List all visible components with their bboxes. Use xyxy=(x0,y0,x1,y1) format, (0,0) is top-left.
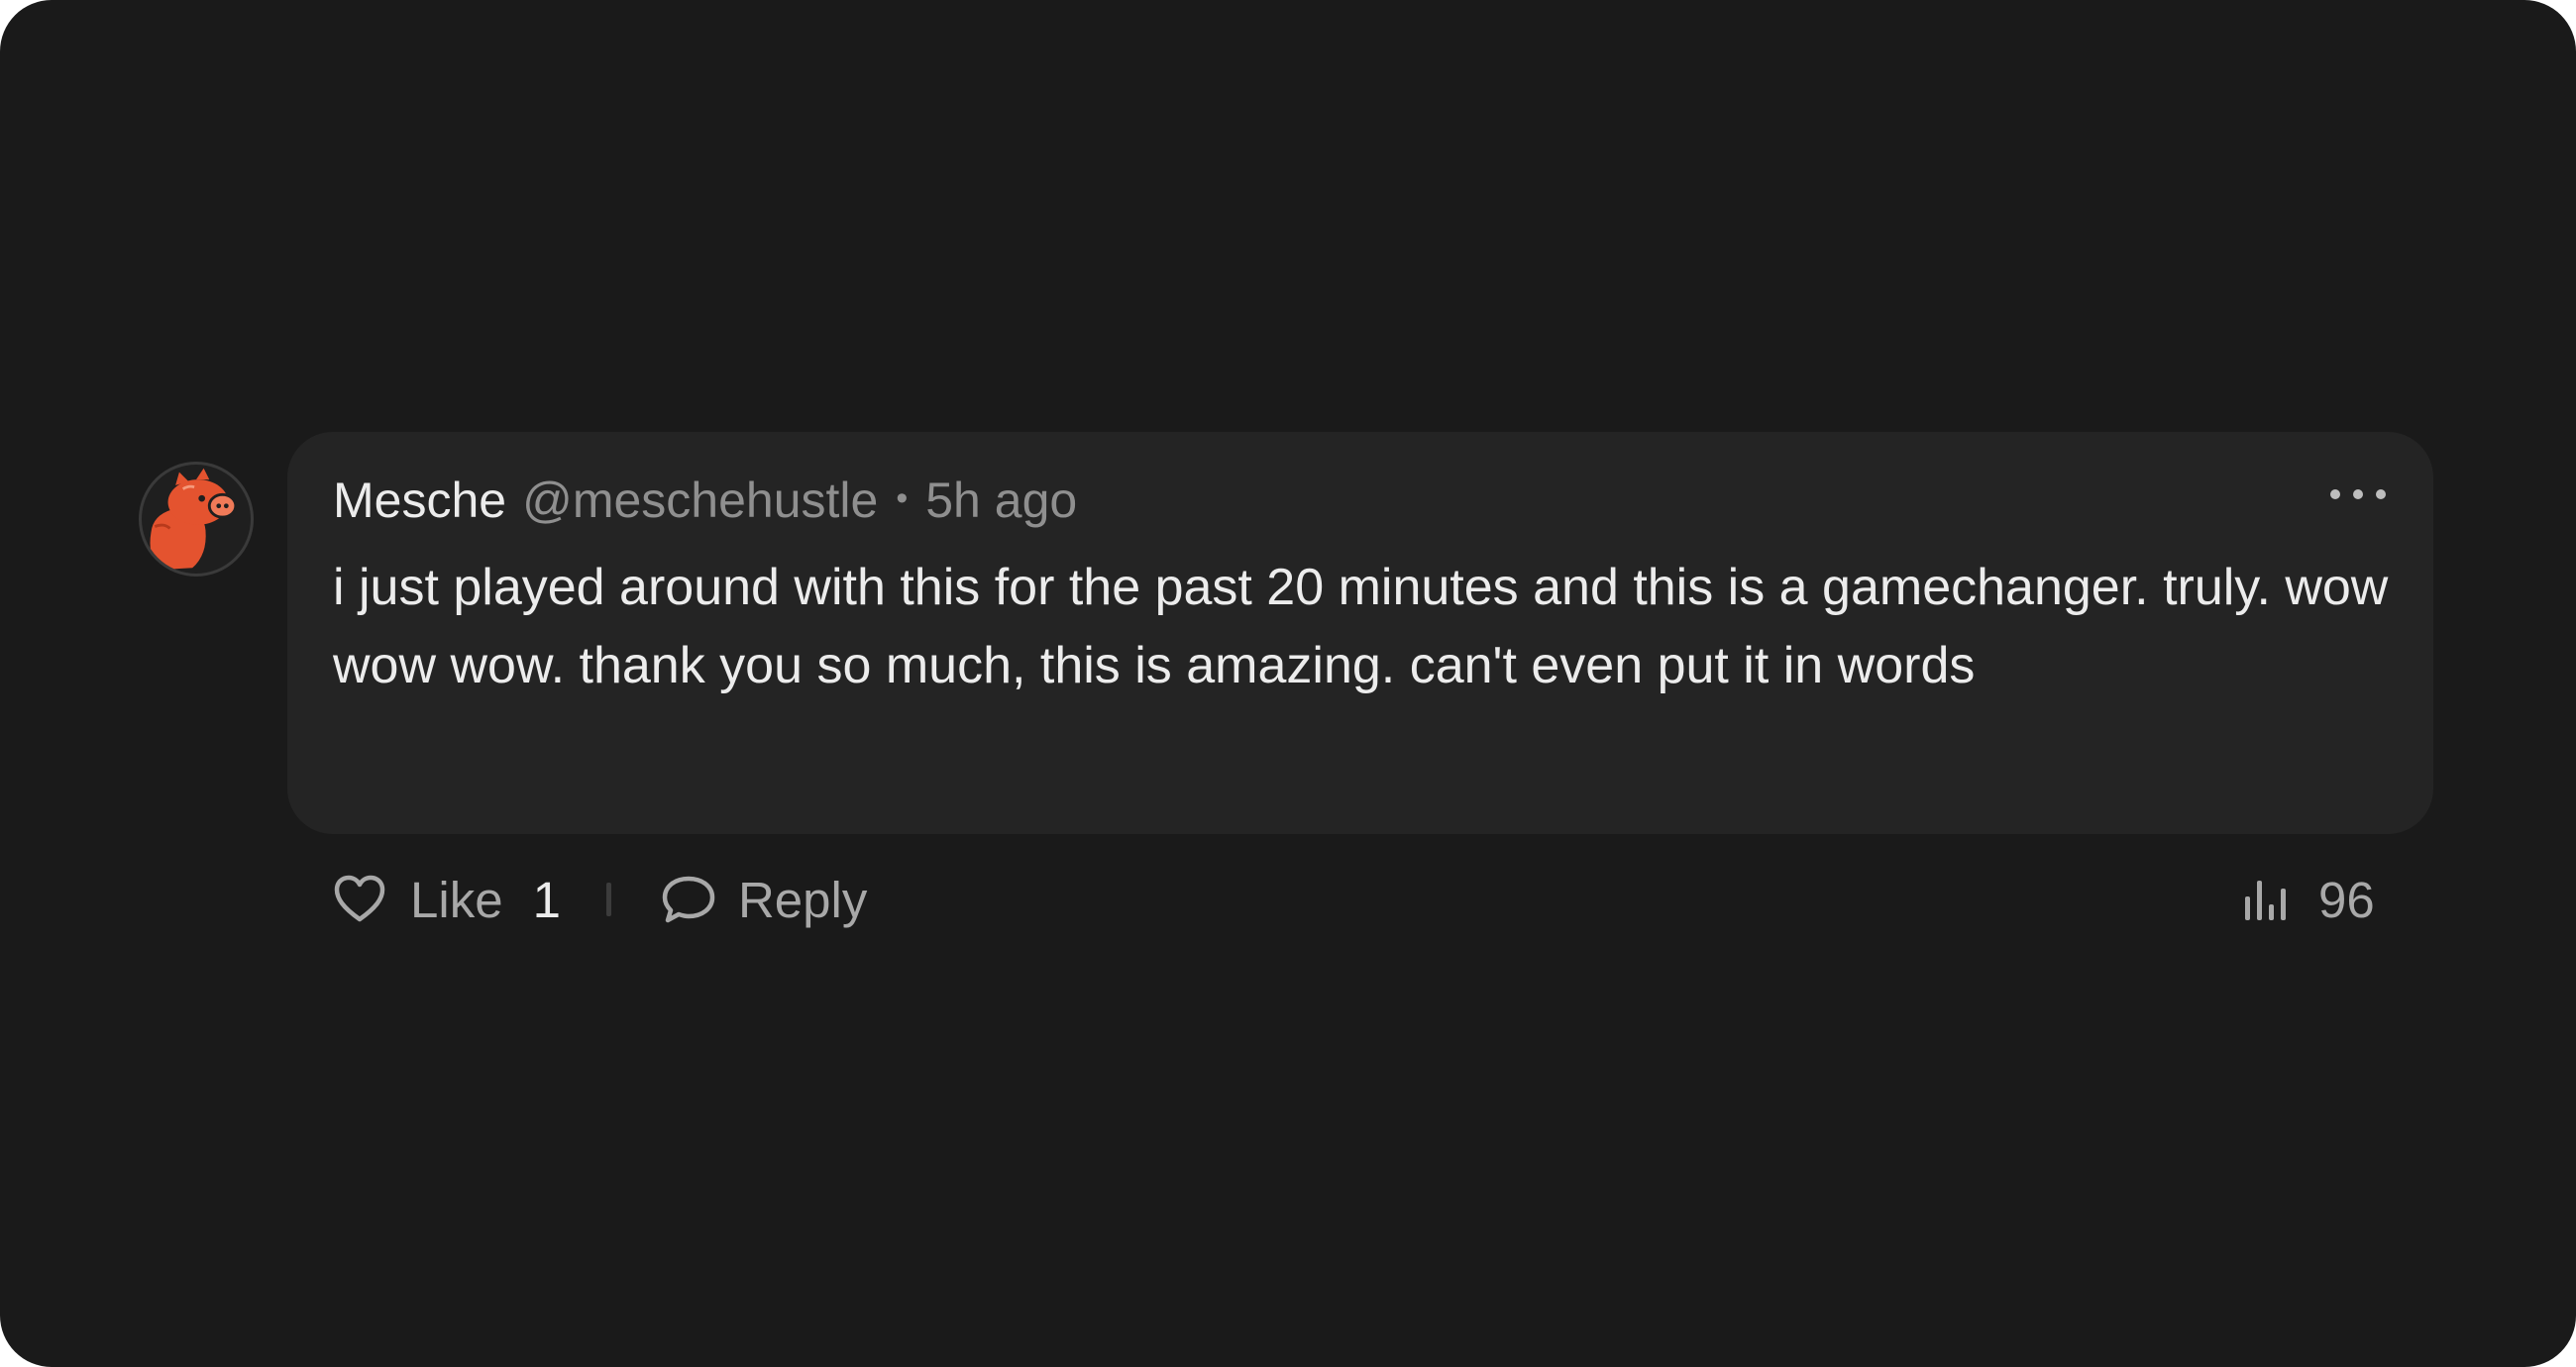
comment-actions: Like 1 Reply xyxy=(333,862,867,937)
pig-avatar-icon xyxy=(150,468,238,571)
reply-label: Reply xyxy=(737,871,868,928)
comment-header: Mesche @meschehustle • 5h ago xyxy=(333,466,1077,535)
author-name[interactable]: Mesche xyxy=(333,466,506,535)
more-horizontal-icon xyxy=(2353,489,2363,499)
speech-bubble-icon xyxy=(662,876,715,923)
avatar[interactable] xyxy=(139,462,254,577)
more-options-button[interactable] xyxy=(2330,479,2386,509)
comment-body: i just played around with this for the p… xyxy=(333,559,2389,694)
more-horizontal-icon xyxy=(2376,489,2386,499)
more-horizontal-icon xyxy=(2330,489,2340,499)
heart-icon xyxy=(334,875,385,922)
view-count[interactable]: 96 xyxy=(2241,862,2375,937)
timestamp[interactable]: 5h ago xyxy=(925,466,1077,535)
like-label: Like xyxy=(410,871,503,928)
author-handle[interactable]: @meschehustle xyxy=(522,466,878,535)
action-divider xyxy=(605,883,611,916)
like-count: 1 xyxy=(532,871,561,928)
comment-card: Mesche @meschehustle • 5h ago i just pla… xyxy=(287,432,2433,834)
reply-button[interactable]: Reply xyxy=(661,871,867,929)
views-count: 96 xyxy=(2318,871,2375,928)
separator-dot: • xyxy=(896,479,909,517)
bar-chart-icon xyxy=(2245,881,2286,920)
app-frame: Mesche @meschehustle • 5h ago i just pla… xyxy=(0,0,2576,1367)
like-button[interactable]: Like 1 xyxy=(333,871,561,929)
